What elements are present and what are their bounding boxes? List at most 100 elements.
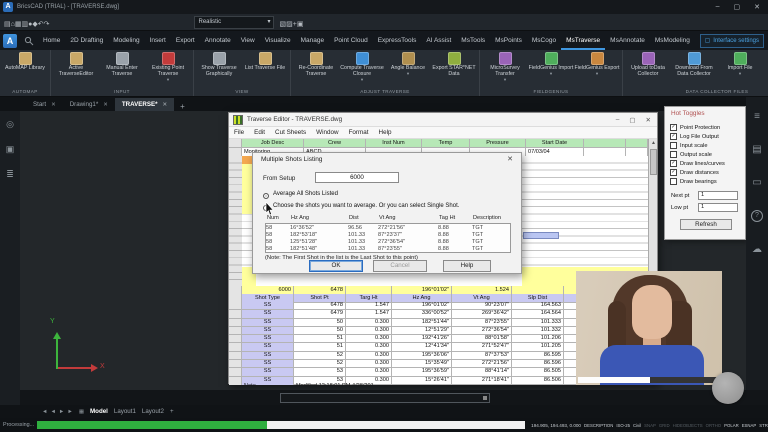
cell[interactable]: 101.332 — [512, 327, 564, 335]
status-field-ortho[interactable]: ORTHO — [706, 423, 721, 428]
cell[interactable]: 336°00'52" — [392, 310, 452, 318]
cell[interactable]: 192°41'26" — [392, 335, 452, 343]
minimize-button[interactable]: – — [716, 3, 720, 11]
cell[interactable]: 88°41'14" — [452, 368, 512, 376]
cell[interactable]: 0.300 — [346, 368, 392, 376]
ribbon-tab-export[interactable]: Export — [171, 31, 200, 50]
import-file-button[interactable]: Import File▾ — [717, 51, 763, 88]
stack-icon[interactable]: ▤ — [752, 144, 761, 155]
status-field-description[interactable]: DESCRIPTION — [584, 423, 613, 428]
status-field-polar[interactable]: POLAR — [724, 423, 739, 428]
cell[interactable]: SS — [242, 360, 294, 368]
frame-icon[interactable]: ▣ — [6, 144, 15, 155]
ribbon-tab-manage[interactable]: Manage — [296, 31, 330, 50]
cell[interactable]: 101.206 — [512, 335, 564, 343]
cell[interactable]: 52 — [294, 360, 346, 368]
cell[interactable]: 6478 — [294, 302, 346, 310]
cell[interactable]: SS — [242, 352, 294, 360]
checkbox-icon[interactable] — [670, 151, 677, 158]
cell[interactable]: 0.300 — [346, 360, 392, 368]
cell[interactable]: 50 — [294, 319, 346, 327]
cell[interactable]: 87°23'55" — [452, 319, 512, 327]
listing-row[interactable]: 5816°36'52"96.56272°21'56"8.88TGT — [266, 225, 510, 232]
light-icon[interactable]: ◎ — [6, 119, 14, 130]
fieldgenius-export-button[interactable]: FieldGenius Export▾ — [574, 51, 620, 88]
cell[interactable]: 86.595 — [512, 352, 564, 360]
upload-to-data-collector-button[interactable]: Upload toData Collector — [625, 51, 671, 88]
scrollbar-thumb[interactable] — [650, 149, 657, 175]
dropdown-arrow-icon[interactable]: ▾ — [550, 72, 552, 76]
status-field-iso-25[interactable]: ISO-25 — [616, 423, 630, 428]
cell[interactable]: 51 — [294, 343, 346, 351]
cell[interactable]: 88°01'58" — [452, 335, 512, 343]
compute-traverse-closure-button[interactable]: Compute Traverse Closure▾ — [339, 51, 385, 88]
angle-balance-button[interactable]: Angle Balance▾ — [385, 51, 431, 88]
list-traverse-file-button[interactable]: List Traverse File — [242, 51, 288, 88]
status-field-strack[interactable]: STRACK — [759, 423, 768, 428]
doc-tab-start[interactable]: Start✕ — [26, 98, 63, 111]
qat-tool-icon[interactable]: ↷ — [44, 21, 50, 28]
ribbon-tab-mstraverse[interactable]: MsTraverse — [561, 31, 605, 50]
status-field-esnap[interactable]: ESNAP — [742, 423, 757, 428]
close-icon[interactable]: ✕ — [163, 102, 168, 108]
te-maximize-button[interactable]: ▢ — [629, 116, 635, 124]
ribbon-tab-2d-drafting[interactable]: 2D Drafting — [65, 31, 108, 50]
layout-nav-arrow[interactable]: ► — [67, 409, 72, 415]
checkbox-icon[interactable]: ✓ — [670, 169, 677, 176]
cell[interactable]: 0.300 — [346, 335, 392, 343]
export-file-button[interactable]: Export File▾ — [763, 51, 768, 88]
doc-tab-drawing1[interactable]: Drawing1*✕ — [63, 98, 115, 111]
cell[interactable]: 53 — [294, 368, 346, 376]
listing-row[interactable]: 58182°53'18"101.3387°23'37"8.88TGT — [266, 232, 510, 239]
cell[interactable]: 101.333 — [512, 319, 564, 327]
checkbox-icon[interactable] — [670, 142, 677, 149]
layout-nav-arrow[interactable]: ◄ — [50, 409, 55, 415]
qat-tool-icon[interactable]: ▤ — [4, 21, 11, 28]
cloud-icon[interactable]: ☁ — [752, 244, 762, 255]
manual-enter-traverse-button[interactable]: Manual Enter Traverse — [99, 51, 145, 88]
cell[interactable]: 269°36'42" — [452, 310, 512, 318]
cell[interactable]: 182°51'44" — [392, 319, 452, 327]
cell[interactable]: 0.300 — [346, 327, 392, 335]
active-traverse-editor-button[interactable]: Active TraverseEditor — [53, 51, 99, 88]
ribbon-tab-view[interactable]: View — [236, 31, 260, 50]
cell[interactable]: 6479 — [294, 310, 346, 318]
ribbon-tab-ai-assist[interactable]: AI Assist — [421, 31, 456, 50]
re-coordinate-traverse-button[interactable]: Re-Coordinate Traverse — [293, 51, 339, 88]
from-setup-input[interactable]: 6000 — [315, 172, 399, 183]
cell[interactable]: SS — [242, 327, 294, 335]
existing-point-traverse-button[interactable]: Existing Point Traverse▾ — [145, 51, 191, 88]
command-flyout-icon[interactable] — [483, 396, 487, 400]
checkbox-icon[interactable]: ✓ — [670, 124, 677, 131]
ribbon-tab-home[interactable]: Home — [38, 31, 65, 50]
hot-toggle-point-protection[interactable]: ✓Point Protection — [670, 123, 743, 132]
scroll-up-icon[interactable]: ▲ — [649, 139, 657, 148]
ribbon-tab-visualize[interactable]: Visualize — [260, 31, 296, 50]
refresh-button[interactable]: Refresh — [680, 219, 732, 230]
cell[interactable]: SS — [242, 319, 294, 327]
cell[interactable]: 87°37'53" — [452, 352, 512, 360]
show-traverse-graphically-button[interactable]: Show Traverse Graphically — [196, 51, 242, 88]
application-menu-button[interactable]: A — [3, 34, 17, 48]
close-icon[interactable]: ✕ — [51, 102, 56, 108]
cell[interactable]: SS — [242, 302, 294, 310]
cell[interactable]: 12°41'34" — [392, 343, 452, 351]
selected-cell[interactable] — [523, 232, 559, 239]
low-pt-input[interactable]: 1 — [698, 203, 738, 212]
cell[interactable]: SS — [242, 335, 294, 343]
dialog-close-icon[interactable]: ✕ — [507, 155, 513, 163]
close-icon[interactable]: ✕ — [103, 102, 108, 108]
cell[interactable]: SS — [242, 310, 294, 318]
cell[interactable]: 1.547 — [346, 302, 392, 310]
cell[interactable]: 1.547 — [346, 310, 392, 318]
sliders-icon[interactable]: ≡ — [754, 111, 760, 122]
status-field-hideobjects[interactable]: HIDEOBJECTS — [673, 423, 703, 428]
ribbon-tab-msmodeling[interactable]: MsModeling — [650, 31, 695, 50]
cell[interactable]: SS — [242, 343, 294, 351]
menu-edit[interactable]: Edit — [254, 129, 265, 136]
ribbon-tab-annotate[interactable]: Annotate — [200, 31, 236, 50]
doc-tab-traverse[interactable]: TRAVERSE*✕ — [115, 98, 174, 111]
dropdown-arrow-icon[interactable]: ▾ — [504, 78, 506, 82]
cell[interactable]: 271°52'47" — [452, 343, 512, 351]
menu-format[interactable]: Format — [349, 129, 369, 136]
